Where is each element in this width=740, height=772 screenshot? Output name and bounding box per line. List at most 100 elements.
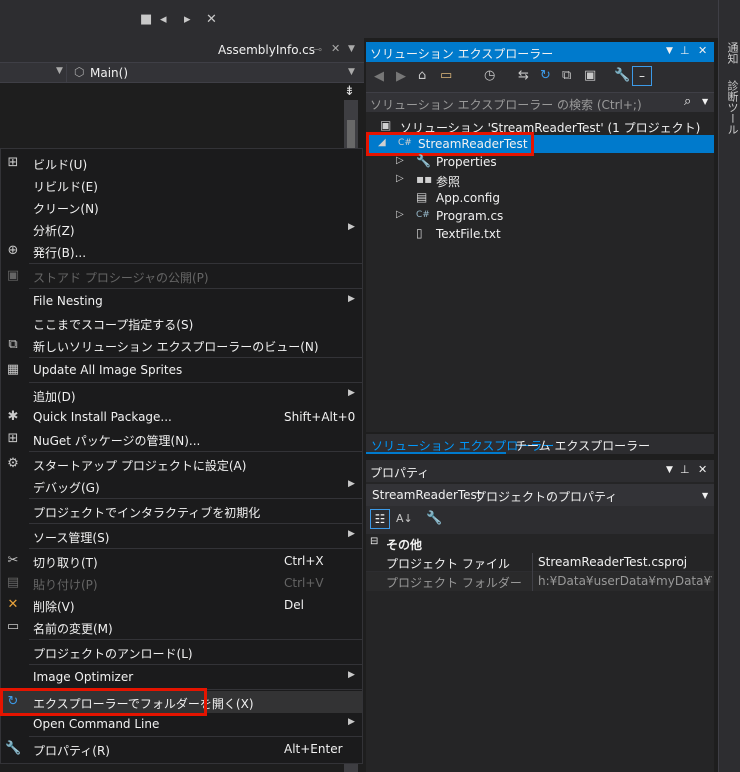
menu-item-clean[interactable]: クリーン(N) xyxy=(1,196,362,218)
show-all-files-icon[interactable]: ▣ xyxy=(584,68,596,83)
chevron-down-icon[interactable]: ▼ xyxy=(666,46,673,56)
tree-item-references[interactable]: ▷ ▪▪ 参照 xyxy=(366,171,714,189)
menu-item-add[interactable]: 追加(D) ▶ xyxy=(1,384,362,406)
submenu-arrow-icon: ▶ xyxy=(348,717,355,727)
nuget-icon: ⊞ xyxy=(7,431,19,446)
menu-item-properties[interactable]: 🔧 プロパティ(R) Alt+Enter xyxy=(1,738,362,760)
property-pages-icon[interactable]: 🔧 xyxy=(426,511,442,526)
submenu-arrow-icon: ▶ xyxy=(348,388,355,398)
alphabetical-icon[interactable]: A↓ xyxy=(396,512,413,525)
close-icon[interactable]: ✕ xyxy=(698,463,707,476)
menu-separator xyxy=(29,357,362,358)
menu-item-update-image-sprites[interactable]: ▦ Update All Image Sprites xyxy=(1,359,362,381)
pending-changes-icon[interactable]: ◷ xyxy=(484,68,495,83)
sync-icon[interactable]: ⇆ xyxy=(518,68,529,83)
close-icon[interactable]: ✕ xyxy=(331,42,340,55)
references-icon: ▪▪ xyxy=(416,172,433,186)
forward-icon[interactable]: ▶ xyxy=(396,69,406,84)
menu-item-set-startup[interactable]: ⚙ スタートアップ プロジェクトに設定(A) xyxy=(1,453,362,475)
solution-explorer-search[interactable]: ソリューション エクスプローラー の検索 (Ctrl+;) ⌕ ▼ xyxy=(366,92,714,112)
build-icon: ⊞ xyxy=(7,155,19,170)
main-toolbar: ■ ◂ ▸ ✕ xyxy=(0,0,718,38)
solution-explorer-titlebar: ソリューション エクスプローラー ▼ ⊥ ✕ xyxy=(366,42,714,62)
pin-icon[interactable]: ⊥ xyxy=(680,463,690,476)
menu-item-paste[interactable]: ▤ 貼り付け(P) Ctrl+V xyxy=(1,572,362,594)
object-selector[interactable]: StreamReaderTest プロジェクトのプロパティ ▼ xyxy=(366,484,714,506)
folder-view-icon[interactable]: ▭ xyxy=(440,68,452,83)
new-view-icon: ⧉ xyxy=(8,337,18,352)
chevron-down-icon[interactable]: ▼ xyxy=(348,67,355,77)
tree-item-properties[interactable]: ▷ 🔧 Properties xyxy=(366,153,714,171)
tree-item-program-cs[interactable]: ▷ C# Program.cs xyxy=(366,207,714,225)
menu-item-image-optimizer[interactable]: Image Optimizer ▶ xyxy=(1,666,362,688)
menu-item-scope-to-this[interactable]: ここまでスコープ指定する(S) xyxy=(1,312,362,334)
categorized-icon[interactable]: ☷ xyxy=(370,509,390,529)
split-icon[interactable]: ⇟ xyxy=(344,84,355,99)
chevron-down-icon[interactable]: ▼ xyxy=(702,97,708,106)
tab-assemblyinfo[interactable]: AssemblyInfo.cs xyxy=(218,43,315,57)
sprites-icon: ▦ xyxy=(6,362,20,377)
collapse-icon[interactable]: ⊟ xyxy=(370,536,378,547)
column-divider xyxy=(532,572,533,591)
properties-wrench-icon[interactable]: 🔧 xyxy=(614,68,630,83)
property-category[interactable]: ⊟ その他 xyxy=(366,534,714,552)
column-divider xyxy=(532,553,533,572)
menu-separator xyxy=(29,639,362,640)
explorer-tab-strip: ソリューション エクスプローラー チーム エクスプローラー xyxy=(366,434,714,454)
search-input[interactable]: ソリューション エクスプローラー の検索 (Ctrl+;) xyxy=(370,96,670,113)
back-icon[interactable]: ◀ xyxy=(374,69,384,84)
menu-item-build[interactable]: ⊞ ビルド(U) xyxy=(1,152,362,174)
rail-notifications[interactable]: 通知 xyxy=(724,42,740,64)
chevron-down-icon[interactable]: ▼ xyxy=(702,491,708,500)
menu-item-debug[interactable]: デバッグ(G) ▶ xyxy=(1,475,362,497)
close-icon[interactable]: ✕ xyxy=(698,44,707,57)
collapsed-arrow-icon[interactable]: ▷ xyxy=(396,155,404,166)
menu-item-publish-stored-procedures[interactable]: ▣ ストアド プロシージャの公開(P) xyxy=(1,265,362,287)
tab-team-explorer[interactable]: チーム エクスプローラー xyxy=(515,437,650,454)
chevron-down-icon[interactable]: ▼ xyxy=(666,465,673,475)
preview-selected-icon[interactable]: – xyxy=(632,66,652,86)
method-icon: ⬡ xyxy=(74,65,85,79)
menu-item-cut[interactable]: ✂ 切り取り(T) Ctrl+X xyxy=(1,550,362,572)
menu-item-publish[interactable]: ⊕ 発行(B)... xyxy=(1,240,362,262)
tree-item-app-config[interactable]: ▤ App.config xyxy=(366,189,714,207)
context-menu: ⊞ ビルド(U) リビルド(E) クリーン(N) 分析(Z) ▶ ⊕ 発行(B)...… xyxy=(0,148,363,764)
menu-item-new-se-view[interactable]: ⧉ 新しいソリューション エクスプローラーのビュー(N) xyxy=(1,334,362,356)
menu-item-source-control[interactable]: ソース管理(S) ▶ xyxy=(1,525,362,547)
menu-separator xyxy=(29,451,362,452)
rail-diagnostic-tools[interactable]: 診断ツール xyxy=(724,80,740,135)
bookmark-icon[interactable]: ■ xyxy=(140,12,152,27)
object-name: StreamReaderTest xyxy=(372,488,482,502)
pin-icon[interactable]: ⊥ xyxy=(680,44,690,57)
menu-item-analyze[interactable]: 分析(Z) ▶ xyxy=(1,218,362,240)
chevron-down-icon[interactable]: ▼ xyxy=(348,44,355,54)
menu-item-delete[interactable]: ✕ 削除(V) Del xyxy=(1,594,362,616)
property-row[interactable]: プロジェクト フォルダー h:¥Data¥userData¥myData¥Vis… xyxy=(366,572,714,591)
menu-item-manage-nuget[interactable]: ⊞ NuGet パッケージの管理(N)... xyxy=(1,428,362,450)
menu-item-rebuild[interactable]: リビルド(E) xyxy=(1,174,362,196)
member-dropdown[interactable]: Main() xyxy=(90,66,128,80)
chevron-down-icon[interactable]: ▼ xyxy=(56,66,63,76)
pane-title: ソリューション エクスプローラー xyxy=(370,47,554,61)
csharp-file-icon: C# xyxy=(416,210,430,220)
menu-separator xyxy=(29,498,362,499)
menu-item-unload-project[interactable]: プロジェクトのアンロード(L) xyxy=(1,641,362,663)
menu-item-file-nesting[interactable]: File Nesting ▶ xyxy=(1,290,362,312)
refresh-icon[interactable]: ↻ xyxy=(540,68,551,83)
wrench-icon: 🔧 xyxy=(5,741,22,756)
menu-item-initialize-interactive[interactable]: プロジェクトでインタラクティブを初期化 xyxy=(1,500,362,522)
bookmark-prev-icon[interactable]: ◂ xyxy=(160,12,167,27)
menu-item-quick-install-package[interactable]: ✱ Quick Install Package... Shift+Alt+0 xyxy=(1,406,362,428)
collapse-all-icon[interactable]: ⧉ xyxy=(562,68,571,83)
property-row[interactable]: プロジェクト ファイル StreamReaderTest.csproj xyxy=(366,553,714,572)
collapsed-arrow-icon[interactable]: ▷ xyxy=(396,173,404,184)
bookmark-clear-icon[interactable]: ✕ xyxy=(206,12,217,27)
home-icon[interactable]: ⌂ xyxy=(418,68,426,83)
pin-icon[interactable]: ⊸ xyxy=(313,43,322,56)
menu-item-open-command-line[interactable]: Open Command Line ▶ xyxy=(1,713,362,735)
search-icon[interactable]: ⌕ xyxy=(684,94,691,109)
tree-item-textfile[interactable]: ▯ TextFile.txt xyxy=(366,225,714,243)
menu-item-rename[interactable]: ▭ 名前の変更(M) xyxy=(1,616,362,638)
bookmark-next-icon[interactable]: ▸ xyxy=(184,12,191,27)
collapsed-arrow-icon[interactable]: ▷ xyxy=(396,209,404,220)
